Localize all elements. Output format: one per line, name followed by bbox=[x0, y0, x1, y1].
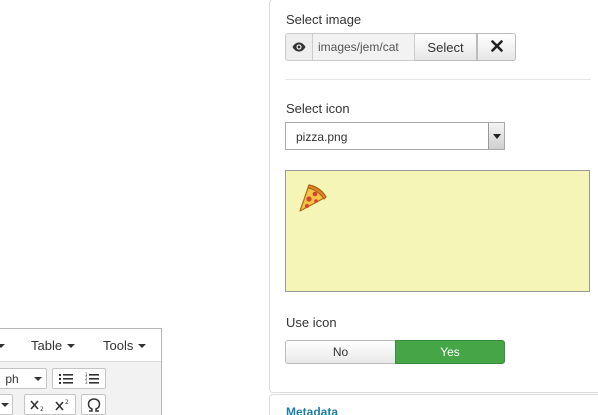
eye-icon[interactable] bbox=[285, 33, 312, 61]
screen: Table Tools ph 1 2 3 2 2 Select image im… bbox=[0, 0, 598, 415]
use-icon-toggle: No Yes bbox=[285, 340, 505, 364]
chevron-down-icon bbox=[138, 343, 147, 348]
editor-menubar: Table Tools bbox=[0, 329, 161, 362]
pizza-icon bbox=[296, 181, 330, 218]
options-panel: Select image images/jem/cat Select Selec… bbox=[269, 0, 598, 393]
svg-text:3: 3 bbox=[85, 380, 88, 385]
chevron-down-icon bbox=[488, 123, 504, 149]
icon-select-value: pizza.png bbox=[296, 130, 348, 144]
image-path-input[interactable]: images/jem/cat bbox=[312, 33, 415, 61]
script-buttons: 2 2 bbox=[24, 394, 76, 415]
superscript-icon[interactable]: 2 bbox=[50, 395, 75, 414]
special-char-button[interactable] bbox=[81, 394, 106, 415]
list-buttons: 1 2 3 bbox=[52, 368, 106, 389]
select-image-button[interactable]: Select bbox=[415, 33, 477, 61]
omega-icon bbox=[82, 395, 105, 414]
svg-text:2: 2 bbox=[65, 399, 69, 406]
bullet-list-icon[interactable] bbox=[53, 369, 79, 388]
clear-image-button[interactable] bbox=[477, 33, 516, 61]
chevron-down-icon bbox=[67, 343, 76, 348]
format-select-value: ph bbox=[5, 371, 19, 386]
menu-table[interactable]: Table bbox=[31, 338, 76, 353]
chevron-down-icon bbox=[1, 402, 9, 407]
metadata-title[interactable]: Metadata bbox=[286, 405, 338, 415]
use-icon-yes-button[interactable]: Yes bbox=[395, 340, 505, 364]
menu-caret-icon[interactable] bbox=[0, 344, 5, 348]
numbered-list-icon[interactable]: 1 2 3 bbox=[79, 369, 105, 388]
icon-preview-box bbox=[285, 170, 590, 292]
format-select[interactable]: ph bbox=[0, 368, 47, 389]
use-icon-no-button[interactable]: No bbox=[285, 340, 395, 364]
select-image-label: Select image bbox=[286, 12, 362, 27]
icon-select[interactable]: pizza.png bbox=[285, 122, 505, 150]
chevron-down-icon bbox=[34, 376, 42, 381]
metadata-panel: Metadata bbox=[269, 394, 598, 415]
select-icon-label: Select icon bbox=[286, 101, 350, 116]
align-dropdown[interactable] bbox=[0, 394, 13, 415]
use-icon-label: Use icon bbox=[286, 315, 337, 330]
close-icon bbox=[490, 39, 503, 55]
editor-toolbar: Table Tools ph 1 2 3 2 2 bbox=[0, 328, 162, 415]
svg-text:2: 2 bbox=[40, 406, 44, 412]
subscript-icon[interactable]: 2 bbox=[25, 395, 50, 414]
menu-tools-label: Tools bbox=[103, 338, 134, 353]
image-media-field: images/jem/cat Select bbox=[285, 33, 516, 61]
divider bbox=[285, 79, 591, 80]
menu-tools[interactable]: Tools bbox=[103, 338, 147, 353]
menu-table-label: Table bbox=[31, 338, 63, 353]
